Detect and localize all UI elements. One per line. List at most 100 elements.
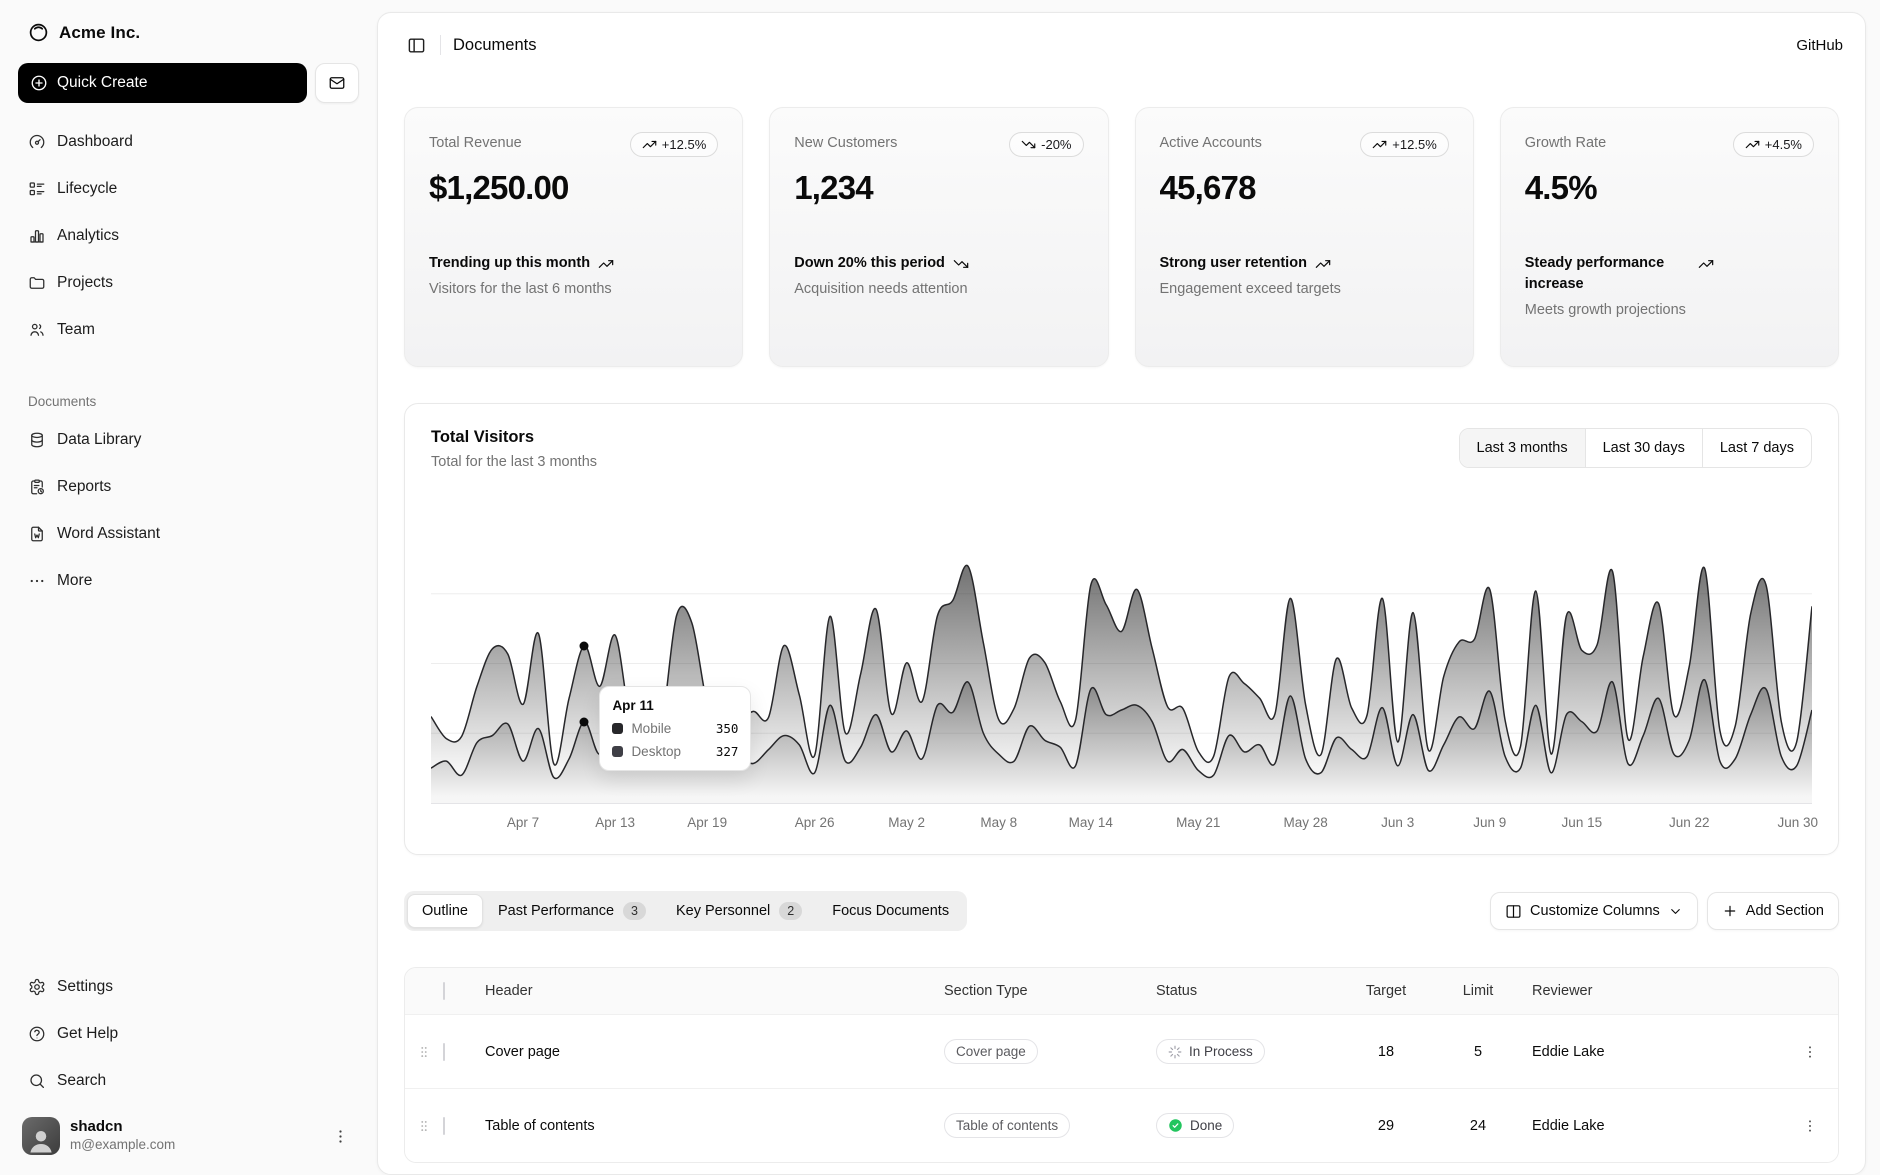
x-tick-label: May 8: [980, 815, 1017, 830]
stat-label: Active Accounts: [1160, 132, 1262, 151]
mail-icon: [328, 74, 346, 92]
target-cell[interactable]: 29: [1348, 1118, 1432, 1134]
sidebar-nav-documents: Data Library Reports Word Assistant More: [18, 421, 359, 609]
topbar-divider: [440, 35, 441, 55]
sidebar-item-analytics[interactable]: Analytics: [18, 217, 359, 255]
tab-past-performance[interactable]: Past Performance3: [483, 894, 661, 928]
quick-create-button[interactable]: Quick Create: [18, 63, 307, 103]
table-row[interactable]: Table of contents Table of contents Done…: [405, 1088, 1838, 1162]
x-tick-label: Apr 13: [595, 815, 635, 830]
drag-handle-icon[interactable]: [405, 1045, 443, 1059]
sidebar-item-projects[interactable]: Projects: [18, 264, 359, 302]
range-last-7-days[interactable]: Last 7 days: [1702, 429, 1811, 467]
users-icon: [28, 321, 46, 339]
trend-badge: +12.5%: [630, 132, 718, 157]
customize-columns-button[interactable]: Customize Columns: [1490, 892, 1698, 930]
range-last-30-days[interactable]: Last 30 days: [1585, 429, 1702, 467]
list-details-icon: [28, 180, 46, 198]
sidebar-item-label: Get Help: [57, 1025, 118, 1043]
sidebar-nav-main: Dashboard Lifecycle Analytics Projects T…: [18, 123, 359, 358]
stat-value: 4.5%: [1525, 169, 1814, 207]
drag-handle-icon[interactable]: [405, 1119, 443, 1133]
stat-line2: Acquisition needs attention: [794, 281, 1083, 297]
dashboard-icon: [28, 133, 46, 151]
area-chart-plot[interactable]: Apr 11 Mobile350 Desktop327: [431, 524, 1812, 804]
add-section-button[interactable]: Add Section: [1707, 892, 1839, 930]
github-link[interactable]: GitHub: [1796, 37, 1843, 54]
status-badge: Done: [1156, 1113, 1234, 1138]
x-tick-label: May 28: [1283, 815, 1327, 830]
sections-table: Header Section Type Status Target Limit …: [404, 967, 1839, 1163]
ellipsis-icon: [28, 572, 46, 590]
row-header-cell[interactable]: Table of contents: [485, 1118, 944, 1134]
reviewer-cell[interactable]: Eddie Lake: [1532, 1044, 1782, 1060]
row-menu-icon[interactable]: [1782, 1112, 1838, 1140]
chart-bar-icon: [28, 227, 46, 245]
user-email: m@example.com: [70, 1137, 175, 1154]
sidebar-item-label: Settings: [57, 978, 113, 996]
sidebar-item-search[interactable]: Search: [18, 1062, 359, 1100]
limit-cell[interactable]: 5: [1432, 1044, 1532, 1060]
select-all-checkbox[interactable]: [443, 982, 445, 1000]
mobile-swatch-icon: [612, 723, 623, 734]
sidebar-item-dashboard[interactable]: Dashboard: [18, 123, 359, 161]
sidebar-item-word-assistant[interactable]: Word Assistant: [18, 515, 359, 553]
trending-down-icon: [953, 253, 969, 272]
check-circle-icon: [1168, 1118, 1183, 1133]
sidebar-item-get-help[interactable]: Get Help: [18, 1015, 359, 1053]
tab-outline[interactable]: Outline: [407, 894, 483, 928]
row-checkbox[interactable]: [443, 1117, 445, 1135]
tooltip-label: Mobile: [631, 721, 671, 736]
sidebar-item-more[interactable]: More: [18, 562, 359, 600]
reviewer-cell[interactable]: Eddie Lake: [1532, 1118, 1782, 1134]
tab-key-personnel[interactable]: Key Personnel2: [661, 894, 817, 928]
inbox-button[interactable]: [315, 63, 359, 103]
sidebar-toggle-button[interactable]: [400, 29, 432, 61]
main-panel: Documents GitHub Total Revenue +12.5% $1…: [377, 12, 1866, 1175]
tooltip-date: Apr 11: [612, 698, 738, 713]
folder-icon: [28, 274, 46, 292]
sidebar-item-label: Analytics: [57, 227, 119, 245]
limit-cell[interactable]: 24: [1432, 1118, 1532, 1134]
x-tick-label: May 21: [1176, 815, 1220, 830]
stat-line1: Steady performance increase: [1525, 253, 1690, 295]
view-tabs: Outline Past Performance3 Key Personnel2…: [404, 891, 967, 931]
stat-line2: Engagement exceed targets: [1160, 281, 1449, 297]
sidebar-item-lifecycle[interactable]: Lifecycle: [18, 170, 359, 208]
range-last-3-months[interactable]: Last 3 months: [1460, 429, 1585, 467]
database-icon: [28, 431, 46, 449]
chart-subtitle: Total for the last 3 months: [431, 454, 597, 470]
x-tick-label: May 14: [1069, 815, 1113, 830]
sidebar-item-reports[interactable]: Reports: [18, 468, 359, 506]
table-header-row: Header Section Type Status Target Limit …: [405, 968, 1838, 1014]
stat-card-active-accounts: Active Accounts +12.5% 45,678 Strong use…: [1135, 107, 1474, 367]
tooltip-value: 327: [716, 744, 739, 759]
sidebar-item-team[interactable]: Team: [18, 311, 359, 349]
help-circle-icon: [28, 1025, 46, 1043]
sidebar-item-data-library[interactable]: Data Library: [18, 421, 359, 459]
user-name: shadcn: [70, 1118, 175, 1137]
tab-focus-documents[interactable]: Focus Documents: [817, 894, 964, 928]
tab-count-badge: 3: [623, 902, 646, 920]
topbar: Documents GitHub: [378, 13, 1865, 77]
row-header-cell[interactable]: Cover page: [485, 1044, 944, 1060]
tooltip-value: 350: [716, 721, 739, 736]
row-checkbox[interactable]: [443, 1043, 445, 1061]
table-row[interactable]: Cover page Cover page In Process 18 5 Ed…: [405, 1014, 1838, 1088]
user-more-icon[interactable]: [326, 1122, 355, 1151]
active-dot-mobile: [580, 717, 589, 726]
report-icon: [28, 478, 46, 496]
gear-icon: [28, 978, 46, 996]
brand[interactable]: Acme Inc.: [18, 16, 359, 45]
row-menu-icon[interactable]: [1782, 1038, 1838, 1066]
stat-cards: Total Revenue +12.5% $1,250.00 Trending …: [404, 107, 1839, 367]
avatar: [22, 1117, 60, 1155]
sidebar-item-settings[interactable]: Settings: [18, 968, 359, 1006]
x-tick-label: Jun 30: [1778, 815, 1819, 830]
sidebar-item-label: Team: [57, 321, 95, 339]
stat-card-new-customers: New Customers -20% 1,234 Down 20% this p…: [769, 107, 1108, 367]
x-tick-label: Apr 19: [687, 815, 727, 830]
user-menu[interactable]: shadcn m@example.com: [18, 1109, 359, 1155]
target-cell[interactable]: 18: [1348, 1044, 1432, 1060]
x-tick-label: Jun 15: [1562, 815, 1603, 830]
